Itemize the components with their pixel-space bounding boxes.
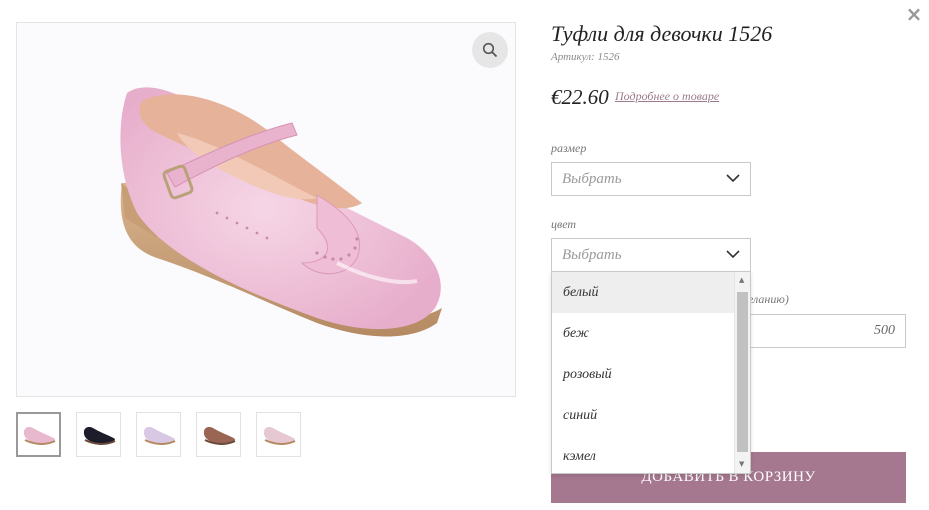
scrollbar-thumb[interactable] — [737, 292, 748, 452]
thumbnail-rose[interactable] — [256, 412, 301, 457]
chevron-down-icon — [726, 250, 740, 259]
product-details-link[interactable]: Подробнее о товаре — [615, 89, 719, 104]
thumbnail-strip — [16, 412, 301, 457]
thumbnail-navy[interactable] — [76, 412, 121, 457]
chevron-down-icon — [726, 174, 740, 183]
color-option-camel[interactable]: кэмел — [552, 436, 750, 473]
close-icon[interactable]: × — [903, 4, 925, 26]
color-option-white[interactable]: белый — [552, 272, 750, 313]
shoe-thumbnail-image — [23, 426, 55, 445]
shoe-thumbnail-image — [263, 426, 295, 445]
size-label: размер — [551, 141, 587, 155]
thumbnail-brown[interactable] — [196, 412, 241, 457]
product-title: Туфли для девочки 1526 — [551, 21, 773, 46]
dropdown-scrollbar[interactable]: ▲ ▼ — [734, 272, 750, 473]
product-sku: Артикул: 1526 — [551, 51, 620, 63]
color-select[interactable]: Выбрать — [551, 238, 751, 272]
shoe-thumbnail-image — [83, 426, 115, 445]
shoe-thumbnail-image — [143, 426, 175, 445]
color-label: цвет — [551, 217, 577, 231]
scroll-down-icon[interactable]: ▼ — [739, 460, 744, 468]
amount-value: 500 — [874, 323, 895, 338]
size-select[interactable]: Выбрать — [551, 162, 751, 196]
amount-input[interactable]: 500 — [740, 314, 906, 348]
size-select-value: Выбрать — [562, 171, 622, 187]
color-option-blue[interactable]: синий — [552, 395, 750, 436]
thumbnail-pink[interactable] — [16, 412, 61, 457]
color-option-pink[interactable]: розовый — [552, 354, 750, 395]
color-dropdown-list: белый беж розовый синий кэмел ▲ ▼ — [551, 271, 751, 474]
zoom-icon — [482, 42, 498, 58]
shoe-thumbnail-image — [203, 426, 235, 445]
product-price: €22.60 — [551, 85, 609, 109]
thumbnail-lilac[interactable] — [136, 412, 181, 457]
color-select-value: Выбрать — [562, 247, 622, 263]
product-main-image[interactable] — [16, 22, 516, 397]
color-option-beige[interactable]: беж — [552, 313, 750, 354]
zoom-button[interactable] — [472, 32, 508, 68]
shoe-image — [120, 87, 443, 337]
scroll-up-icon[interactable]: ▲ — [739, 276, 744, 284]
